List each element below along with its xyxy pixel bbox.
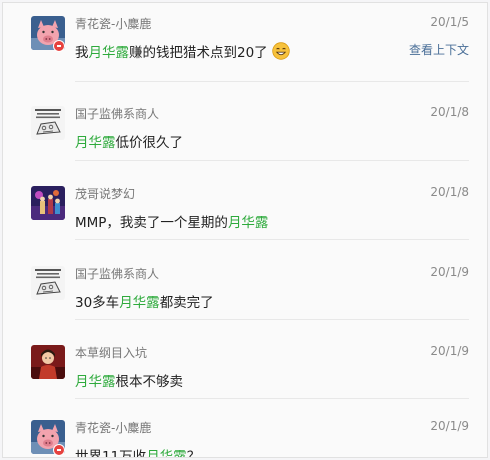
comment-text: MMP，我卖了一个星期的 月华露 (75, 211, 268, 231)
grinning-emoji-icon (271, 42, 290, 60)
vip-badge-icon (53, 40, 65, 52)
comment-text: 30多车 月华露 都卖完了 (75, 291, 214, 311)
comment-text-after: ？ (186, 449, 201, 458)
divider (75, 398, 469, 399)
comment-date: 20/1/5 (430, 15, 469, 29)
commenter-name[interactable]: 国子监佛系商人 (75, 105, 159, 122)
comment-text: 月华露 根本不够卖 (75, 370, 183, 390)
comment-text-after: 根本不够卖 (115, 374, 184, 390)
divider (75, 319, 469, 320)
comment-date: 20/1/8 (430, 105, 469, 119)
comment-item: 青花瓷-小麋鹿 20/1/5 我月华露 赚的钱把猎术点到20了 查看上下文 (3, 7, 487, 87)
comment-item: 本草纲目入坑 20/1/9 月华露 根本不够卖 (3, 336, 487, 416)
comment-date: 20/1/9 (430, 419, 469, 433)
divider (75, 81, 469, 82)
comment-item: 茂哥说梦幻 20/1/8 MMP，我卖了一个星期的 月华露 (3, 177, 487, 257)
commenter-name[interactable]: 青花瓷-小麋鹿 (75, 419, 151, 436)
keyword-highlight: 月华露 (88, 45, 130, 61)
comment-text-before: 世界11万收 (75, 449, 147, 458)
comment-text-after: 都卖完了 (159, 295, 214, 311)
commenter-name[interactable]: 本草纲目入坑 (75, 344, 147, 361)
comment-text: 我月华露 赚的钱把猎术点到20了 (75, 41, 290, 61)
keyword-highlight: 月华露 (227, 215, 269, 231)
commenter-name[interactable]: 国子监佛系商人 (75, 265, 159, 282)
comment-item: 国子监佛系商人 20/1/9 30多车 月华露 都卖完了 (3, 257, 487, 337)
sketch-avatar[interactable] (31, 106, 65, 140)
comment-text-before: MMP，我卖了一个星期的 (75, 215, 228, 231)
commenter-name[interactable]: 青花瓷-小麋鹿 (75, 15, 151, 32)
comment-date: 20/1/8 (430, 185, 469, 199)
view-context-link[interactable]: 查看上下文 (409, 41, 469, 58)
comment-text-before: 我 (75, 45, 89, 61)
keyword-highlight: 月华露 (119, 295, 160, 311)
comment-list: 青花瓷-小麋鹿 20/1/5 我月华露 赚的钱把猎术点到20了 查看上下文 国子… (2, 2, 488, 458)
comment-item: 青花瓷-小麋鹿 20/1/9 世界11万收 月华露？ (3, 411, 487, 458)
comment-text-before: 30多车 (75, 295, 120, 311)
keyword-highlight: 月华露 (146, 449, 187, 458)
divider (75, 160, 469, 161)
comment-text: 世界11万收 月华露？ (75, 445, 201, 458)
comment-text-after: 低价很久了 (115, 135, 184, 151)
divider (75, 239, 469, 240)
comment-item: 国子监佛系商人 20/1/8 月华露 低价很久了 (3, 97, 487, 177)
keyword-highlight: 月华露 (75, 374, 116, 390)
commenter-name[interactable]: 茂哥说梦幻 (75, 185, 135, 202)
vip-badge-icon (53, 444, 65, 456)
character-avatar[interactable] (31, 345, 65, 379)
comment-date: 20/1/9 (430, 344, 469, 358)
comment-date: 20/1/9 (430, 265, 469, 279)
comment-text: 月华露 低价很久了 (75, 131, 183, 151)
game-scene-avatar[interactable] (31, 186, 65, 220)
keyword-highlight: 月华露 (75, 135, 116, 151)
comment-text-after: 赚的钱把猎术点到20了 (129, 45, 268, 61)
sketch-avatar[interactable] (31, 266, 65, 300)
